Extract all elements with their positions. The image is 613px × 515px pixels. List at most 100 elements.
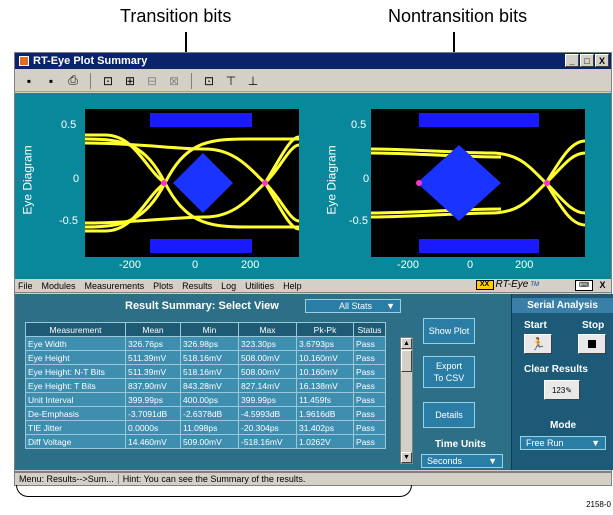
table-row[interactable]: De-Emphasis -3.7091dB -2.6378dB -4.5993dB 1.… — [25, 406, 386, 421]
logo-trademark: TM — [530, 281, 539, 288]
clear-results-button[interactable]: 123✎ — [544, 380, 580, 400]
export-csv-button[interactable]: Export To CSV — [423, 356, 475, 388]
table-cell: -4.5993dB — [238, 406, 297, 421]
print-icon[interactable]: ⎙ — [65, 73, 81, 89]
left-xtick-2: 0 — [192, 259, 199, 271]
right-xtick-1: -200 — [397, 259, 420, 271]
table-cell: 10.160mV — [296, 364, 354, 379]
menu-measurements[interactable]: Measurements — [85, 281, 145, 291]
maximize-button[interactable]: □ — [580, 54, 594, 67]
table-cell: Pass — [353, 350, 386, 365]
result-summary-panel: Result Summary: Select View All Stats ▼ … — [15, 294, 511, 470]
status-bar: Menu: Results-->Sum... Hint: You can see… — [14, 472, 612, 486]
details-button[interactable]: Details — [423, 402, 475, 428]
table-cell: 518.16mV — [180, 364, 239, 379]
scroll-up-icon[interactable]: ▲ — [401, 338, 412, 349]
stop-button[interactable] — [578, 334, 606, 354]
table-cell: Pass — [353, 364, 386, 379]
table-row[interactable]: Eye Height: T Bits 837.90mV 843.28mV 827.14… — [25, 378, 386, 393]
marker-icon[interactable]: ⊤ — [223, 73, 239, 89]
menu-modules[interactable]: Modules — [42, 281, 76, 291]
status-hint: Hint: You can see the Summary of the res… — [122, 474, 306, 484]
table-row[interactable]: Eye Height: N-T Bits 511.39mV 518.16mV 508.… — [25, 364, 386, 379]
mode-select[interactable]: Free Run ▼ — [520, 436, 606, 450]
col-status[interactable]: Status — [353, 322, 386, 337]
right-xtick-3: 200 — [515, 259, 534, 271]
start-label: Start — [524, 320, 547, 331]
menu-log[interactable]: Log — [221, 281, 236, 291]
view-select[interactable]: All Stats ▼ — [305, 299, 401, 313]
table-row[interactable]: Diff Voltage 14.460mV 509.00mV -518.16mV 1.0… — [25, 434, 386, 449]
table-cell: 843.28mV — [180, 378, 239, 393]
col-mean[interactable]: Mean — [125, 322, 181, 337]
table-cell: Pass — [353, 336, 386, 351]
table-scrollbar[interactable]: ▲ ▼ — [400, 337, 413, 464]
result-summary-title: Result Summary: Select View — [125, 300, 279, 312]
cursor-icon[interactable]: ⊡ — [201, 73, 217, 89]
show-plot-button[interactable]: Show Plot — [423, 318, 475, 344]
menu-results[interactable]: Results — [182, 281, 212, 291]
right-eye-plot — [370, 109, 586, 257]
right-eye-svg — [370, 113, 586, 253]
table-cell: 399.99ps — [238, 392, 297, 407]
toolbar: ▪ ▪ ⎙ ⊡ ⊞ ⊟ ⊠ ⊡ ⊤ ⊥ — [15, 70, 611, 92]
zoom-fit-icon[interactable]: ⊠ — [166, 73, 182, 89]
bracket-annotation — [16, 485, 412, 497]
left-ytick-zero: 0 — [73, 173, 80, 185]
title-bar[interactable]: RT-Eye Plot Summary _ □ X — [15, 53, 611, 69]
time-units-select[interactable]: Seconds ▼ — [421, 454, 503, 468]
keyboard-icon[interactable]: ⌨ — [575, 280, 593, 291]
table-cell: 518.16mV — [180, 350, 239, 365]
table-cell: Unit Interval — [25, 392, 126, 407]
close-button[interactable]: X — [595, 54, 609, 67]
right-ytick-zero: 0 — [363, 173, 370, 185]
menu-utilities[interactable]: Utilities — [245, 281, 274, 291]
rt-eye-window: RT-Eye Plot Summary _ □ X ▪ ▪ ⎙ ⊡ ⊞ ⊟ ⊠ … — [14, 52, 613, 472]
table-cell: -3.7091dB — [125, 406, 181, 421]
stop-icon — [588, 340, 596, 348]
chevron-down-icon: ▼ — [591, 438, 600, 448]
table-row[interactable]: Unit Interval 399.99ps 400.00ps 399.99ps 11.… — [25, 392, 386, 407]
col-max[interactable]: Max — [238, 322, 297, 337]
scroll-thumb[interactable] — [401, 350, 412, 372]
left-xtick-3: 200 — [241, 259, 260, 271]
scroll-down-icon[interactable]: ▼ — [401, 452, 412, 463]
table-cell: 837.90mV — [125, 378, 181, 393]
table-cell: 3.6793ps — [296, 336, 354, 351]
table-cell: -20.304ps — [238, 420, 297, 435]
panel-close-button[interactable]: X — [596, 280, 609, 291]
left-xtick-1: -200 — [119, 259, 142, 271]
export-icon[interactable]: ⊥ — [245, 73, 261, 89]
view-select-value: All Stats — [339, 301, 373, 311]
menu-file[interactable]: File — [18, 281, 33, 291]
left-eye-svg — [84, 113, 300, 253]
save-icon[interactable]: ▪ — [21, 73, 37, 89]
time-units-label: Time Units — [435, 439, 486, 450]
table-cell: 16.138mV — [296, 378, 354, 393]
zoom-icon[interactable]: ⊡ — [100, 73, 116, 89]
menu-plots[interactable]: Plots — [153, 281, 173, 291]
zoom-in-icon[interactable]: ⊞ — [122, 73, 138, 89]
rt-eye-logo: XX RT-Eye TM — [475, 279, 539, 290]
save-as-icon[interactable]: ▪ — [43, 73, 59, 89]
table-cell: 14.460mV — [125, 434, 181, 449]
table-cell: 1.0262V — [296, 434, 354, 449]
menu-help[interactable]: Help — [283, 281, 302, 291]
table-cell: 0.0000s — [125, 420, 181, 435]
minimize-button[interactable]: _ — [565, 54, 579, 67]
table-row[interactable]: Eye Width 326.76ps 326.98ps 323.30ps 3.6793p… — [25, 336, 386, 351]
table-row[interactable]: TIE Jitter 0.0000s 11.098ps -20.304ps 31.402… — [25, 420, 386, 435]
table-cell: 400.00ps — [180, 392, 239, 407]
table-cell: 508.00mV — [238, 350, 297, 365]
col-measurement[interactable]: Measurement — [25, 322, 126, 337]
figure-id: 2158-0 — [586, 500, 611, 509]
table-cell: 31.402ps — [296, 420, 354, 435]
show-plot-label: Show Plot — [428, 326, 470, 336]
start-button[interactable]: 🏃 — [524, 334, 552, 354]
col-min[interactable]: Min — [180, 322, 239, 337]
xx-logo-icon: XX — [475, 279, 494, 290]
table-cell: 511.39mV — [125, 364, 181, 379]
col-pkpk[interactable]: Pk-Pk — [296, 322, 354, 337]
zoom-out-icon[interactable]: ⊟ — [144, 73, 160, 89]
table-row[interactable]: Eye Height 511.39mV 518.16mV 508.00mV 10.160… — [25, 350, 386, 365]
